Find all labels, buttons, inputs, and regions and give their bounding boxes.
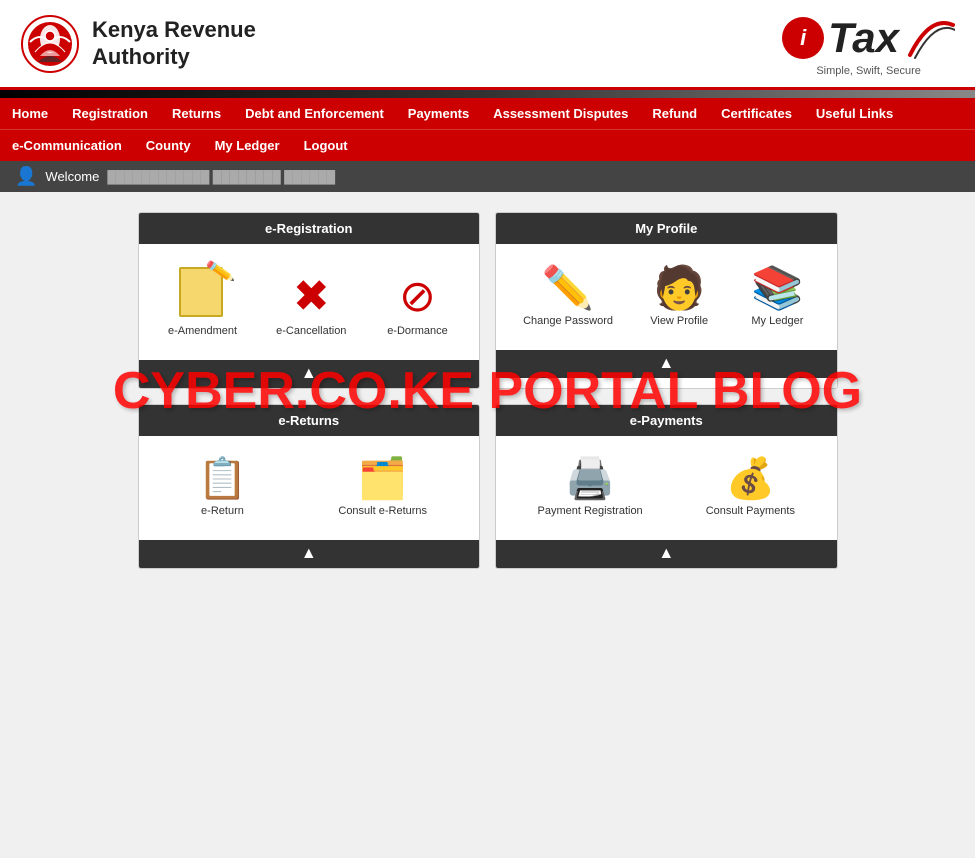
e-cancellation-label: e-Cancellation (276, 325, 346, 337)
panel-e-payments: e-Payments 🖨️ Payment Registration 💰 Con… (495, 404, 838, 569)
nav-certificates[interactable]: Certificates (709, 98, 804, 129)
nav-registration[interactable]: Registration (60, 98, 160, 129)
header-left: Kenya Revenue Authority (20, 14, 256, 74)
panel-e-payments-body: 🖨️ Payment Registration 💰 Consult Paymen… (496, 436, 837, 540)
view-profile-label: View Profile (650, 315, 708, 327)
header-separator (0, 90, 975, 98)
panel-e-payments-footer[interactable]: ▲ (496, 540, 837, 568)
e-amendment-label: e-Amendment (168, 325, 237, 337)
nav-returns[interactable]: Returns (160, 98, 233, 129)
nav-payments[interactable]: Payments (396, 98, 481, 129)
navbar-row2: e-Communication County My Ledger Logout (0, 129, 975, 161)
consult-payments-label: Consult Payments (706, 505, 795, 517)
kra-logo (20, 14, 80, 74)
e-return-item[interactable]: 📋 e-Return (182, 451, 262, 525)
nav-refund[interactable]: Refund (640, 98, 709, 129)
dashboard-grid: CYBER.CO.KE PORTAL BLOG e-Registration ✏… (138, 212, 838, 569)
kra-title: Kenya Revenue Authority (92, 17, 256, 70)
change-password-label: Change Password (523, 315, 613, 327)
panel-e-returns-footer[interactable]: ▲ (139, 540, 480, 568)
itax-tagline: Simple, Swift, Secure (816, 65, 921, 77)
consult-e-returns-label: Consult e-Returns (338, 505, 427, 517)
e-cancellation-item[interactable]: ✖ e-Cancellation (268, 267, 354, 345)
panel-e-returns-body: 📋 e-Return 🗂️ Consult e-Returns (139, 436, 480, 540)
navbar-row1: Home Registration Returns Debt and Enfor… (0, 98, 975, 129)
user-name-display: ████████████ ████████ ██████ (107, 170, 335, 184)
e-dormance-item[interactable]: ⊘ e-Dormance (377, 267, 457, 345)
panel-e-payments-header: e-Payments (496, 405, 837, 436)
view-profile-item[interactable]: 🧑 View Profile (639, 259, 719, 335)
panel-e-registration-header: e-Registration (139, 213, 480, 244)
panel-e-registration-body: ✏️ e-Amendment ✖ e-Cancellation ⊘ e-Dorm… (139, 244, 480, 360)
e-return-label: e-Return (201, 505, 244, 517)
main-content: CYBER.CO.KE PORTAL BLOG e-Registration ✏… (0, 192, 975, 589)
panel-my-profile-body: ✏️ Change Password 🧑 View Profile 📚 My L… (496, 244, 837, 350)
change-password-item[interactable]: ✏️ Change Password (515, 259, 621, 335)
nav-home[interactable]: Home (0, 98, 60, 129)
payment-registration-label: Payment Registration (538, 505, 643, 517)
nav-assessment[interactable]: Assessment Disputes (481, 98, 640, 129)
my-ledger-item[interactable]: 📚 My Ledger (737, 259, 817, 335)
nav-debt[interactable]: Debt and Enforcement (233, 98, 396, 129)
welcome-text: Welcome (45, 169, 99, 184)
user-icon: 👤 (15, 166, 37, 187)
header: Kenya Revenue Authority i Tax Simple, Sw… (0, 0, 975, 90)
panel-my-profile-header: My Profile (496, 213, 837, 244)
nav-e-communication[interactable]: e-Communication (0, 130, 134, 161)
nav-useful-links[interactable]: Useful Links (804, 98, 905, 129)
nav-county[interactable]: County (134, 130, 203, 161)
panel-e-registration-footer[interactable]: ▲ (139, 360, 480, 388)
panel-my-profile-footer[interactable]: ▲ (496, 350, 837, 378)
payment-registration-item[interactable]: 🖨️ Payment Registration (530, 451, 651, 525)
e-dormance-label: e-Dormance (387, 325, 448, 337)
itax-logo: i Tax Simple, Swift, Secure (782, 10, 955, 77)
panel-e-returns-header: e-Returns (139, 405, 480, 436)
nav-logout[interactable]: Logout (292, 130, 360, 161)
e-amendment-item[interactable]: ✏️ e-Amendment (160, 259, 245, 345)
welcome-bar: 👤 Welcome ████████████ ████████ ██████ (0, 161, 975, 192)
panel-e-registration: e-Registration ✏️ e-Amendment ✖ e-Cancel… (138, 212, 481, 389)
consult-payments-item[interactable]: 💰 Consult Payments (698, 451, 803, 525)
nav-my-ledger[interactable]: My Ledger (203, 130, 292, 161)
navbar: Home Registration Returns Debt and Enfor… (0, 98, 975, 161)
panel-my-profile: My Profile ✏️ Change Password 🧑 View Pro… (495, 212, 838, 389)
my-ledger-label: My Ledger (751, 315, 803, 327)
panel-e-returns: e-Returns 📋 e-Return 🗂️ Consult e-Return… (138, 404, 481, 569)
consult-e-returns-item[interactable]: 🗂️ Consult e-Returns (330, 451, 435, 525)
